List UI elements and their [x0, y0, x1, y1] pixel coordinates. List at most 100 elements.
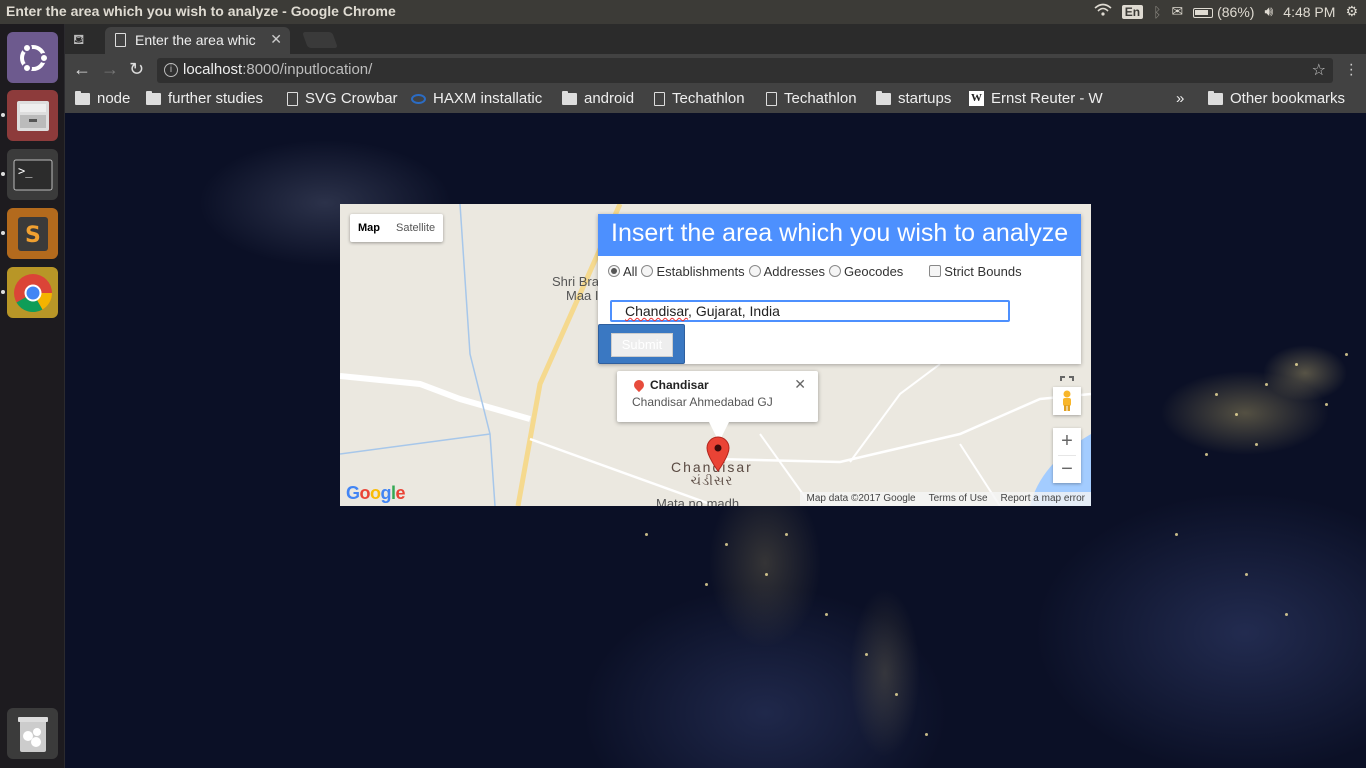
terminal-launcher-button[interactable]: >_	[7, 149, 58, 200]
ubuntu-dash-button[interactable]	[7, 32, 58, 83]
chrome-launcher-button[interactable]	[7, 267, 58, 318]
bookmark-svg-crowbar[interactable]: SVG Crowbar	[287, 90, 398, 107]
google-logo[interactable]: Google	[346, 483, 406, 504]
bookmark-android[interactable]: android	[562, 90, 634, 107]
bookmark-haxm[interactable]: HAXM installatic	[411, 90, 549, 107]
bookmark-label: HAXM installatic	[433, 90, 543, 107]
location-search-input[interactable]: Chandisar, Gujarat, India	[610, 300, 1010, 322]
map-type-control: Map Satellite	[350, 214, 444, 242]
bookmarks-overflow-chevron[interactable]: »	[1176, 90, 1184, 107]
radio-button[interactable]	[748, 265, 761, 277]
radio-addresses[interactable]: Addresses	[748, 264, 826, 279]
address-bar[interactable]: i localhost:8000/inputlocation/ ☆	[157, 58, 1333, 83]
mail-icon[interactable]: ✉	[1171, 3, 1183, 20]
strict-bounds-checkbox[interactable]: Strict Bounds	[929, 264, 1022, 279]
place-label[interactable]: Shri Bra	[552, 275, 599, 289]
sublime-text-icon: S	[17, 216, 48, 251]
submit-button[interactable]: Submit	[611, 333, 673, 357]
url-path: :8000/inputlocation/	[242, 61, 373, 78]
ubuntu-logo-icon	[19, 42, 49, 73]
battery-indicator[interactable]: (86%)	[1193, 4, 1254, 20]
bookmark-techathlon-1[interactable]: Techathlon	[654, 90, 745, 107]
new-tab-button[interactable]	[302, 32, 338, 48]
wikipedia-icon: W	[969, 91, 984, 106]
svg-text:>_: >_	[18, 164, 33, 178]
map-type-satellite-button[interactable]: Satellite	[388, 214, 443, 242]
bookmark-label: Ernst Reuter - W	[991, 90, 1103, 107]
radio-all[interactable]: All	[608, 264, 637, 279]
google-map[interactable]: Map Satellite Shri Bra Maa I Mata no mad…	[340, 204, 1091, 506]
info-icon[interactable]: i	[164, 63, 178, 77]
keyboard-layout-indicator[interactable]: En	[1121, 4, 1144, 19]
radio-establishments[interactable]: Establishments	[641, 264, 745, 279]
info-window-title: Chandisar	[650, 378, 709, 392]
radio-label: Geocodes	[844, 264, 904, 279]
pegman-icon	[1063, 390, 1071, 411]
zoom-out-button[interactable]: −	[1053, 456, 1081, 483]
window-title: Enter the area which you wish to analyze…	[6, 3, 396, 19]
sublime-text-launcher-button[interactable]: S	[7, 208, 58, 259]
bookmark-label: Techathlon	[784, 90, 857, 107]
zoom-in-button[interactable]: +	[1053, 428, 1081, 455]
map-marker-pin-icon[interactable]	[706, 436, 730, 477]
bluetooth-icon[interactable]: ᛒ	[1153, 4, 1161, 20]
wifi-icon[interactable]	[1094, 3, 1112, 20]
system-tray: En ᛒ ✉ (86%) 🔊︎ 4:48 PM ⚙	[1094, 3, 1358, 20]
folder-icon	[562, 90, 577, 105]
radio-geocodes[interactable]: Geocodes	[829, 264, 903, 279]
page-icon	[654, 91, 665, 106]
map-type-map-button[interactable]: Map	[350, 214, 388, 242]
tab-strip: ⛾ Enter the area whic ✕	[65, 24, 1366, 54]
folder-icon	[146, 90, 161, 105]
running-indicator	[1, 290, 5, 294]
chrome-menu-icon[interactable]: · · ·	[1349, 57, 1354, 83]
bookmark-label: node	[97, 90, 131, 107]
files-launcher-button[interactable]	[7, 90, 58, 141]
bookmark-techathlon-2[interactable]: Techathlon	[766, 90, 857, 107]
haxm-icon	[411, 93, 426, 104]
page-icon	[115, 33, 126, 47]
volume-icon[interactable]: 🔊︎	[1264, 3, 1273, 20]
page-icon	[766, 91, 777, 106]
system-top-panel: Enter the area which you wish to analyze…	[0, 0, 1366, 24]
place-label[interactable]: Maa I	[566, 289, 599, 303]
battery-icon	[1193, 7, 1214, 18]
report-map-error-link[interactable]: Report a map error	[1001, 493, 1085, 506]
folder-icon	[75, 90, 90, 105]
bookmark-further-studies[interactable]: further studies	[146, 90, 263, 107]
bookmark-label: android	[584, 90, 635, 107]
place-label[interactable]: Mata no madh	[656, 497, 739, 507]
browser-toolbar: ← → ↻ i localhost:8000/inputlocation/ ☆ …	[65, 54, 1366, 86]
forward-arrow-icon[interactable]: →	[101, 59, 119, 80]
incognito-icon: ⛾	[73, 31, 85, 47]
tab-close-icon[interactable]: ✕	[270, 31, 282, 48]
radio-button[interactable]	[608, 265, 620, 277]
radio-button[interactable]	[829, 265, 842, 277]
close-icon[interactable]: ✕	[794, 376, 806, 393]
radio-button[interactable]	[641, 265, 654, 277]
tab-title: Enter the area whic	[135, 32, 256, 48]
trash-launcher-button[interactable]	[7, 708, 58, 759]
battery-percent: (86%)	[1217, 3, 1255, 20]
terms-of-use-link[interactable]: Terms of Use	[929, 493, 988, 506]
running-indicator	[1, 231, 5, 235]
bookmark-ernst-reuter[interactable]: W Ernst Reuter - W	[969, 90, 1105, 107]
reload-icon[interactable]: ↻	[129, 59, 144, 80]
power-gear-icon[interactable]: ⚙	[1345, 3, 1358, 20]
radio-label: Addresses	[763, 264, 826, 279]
street-view-pegman[interactable]	[1053, 387, 1081, 415]
bookmark-node[interactable]: node	[75, 90, 130, 107]
fullscreen-button[interactable]	[1053, 374, 1081, 388]
tab-active[interactable]: Enter the area whic ✕	[105, 27, 290, 54]
info-window-subtitle: Chandisar Ahmedabad GJ	[632, 395, 773, 409]
bookmark-other-bookmarks[interactable]: Other bookmarks	[1208, 90, 1345, 107]
bookmarks-bar: node further studies SVG Crowbar HAXM in…	[65, 86, 1366, 113]
clock[interactable]: 4:48 PM	[1283, 4, 1335, 20]
bookmark-startups[interactable]: startups	[876, 90, 951, 107]
url-host: localhost	[183, 61, 243, 78]
radio-label: All	[623, 264, 638, 279]
checkbox[interactable]	[929, 265, 942, 277]
checkbox-label: Strict Bounds	[944, 264, 1022, 279]
back-arrow-icon[interactable]: ←	[73, 59, 91, 80]
bookmark-star-icon[interactable]: ☆	[1312, 60, 1326, 80]
